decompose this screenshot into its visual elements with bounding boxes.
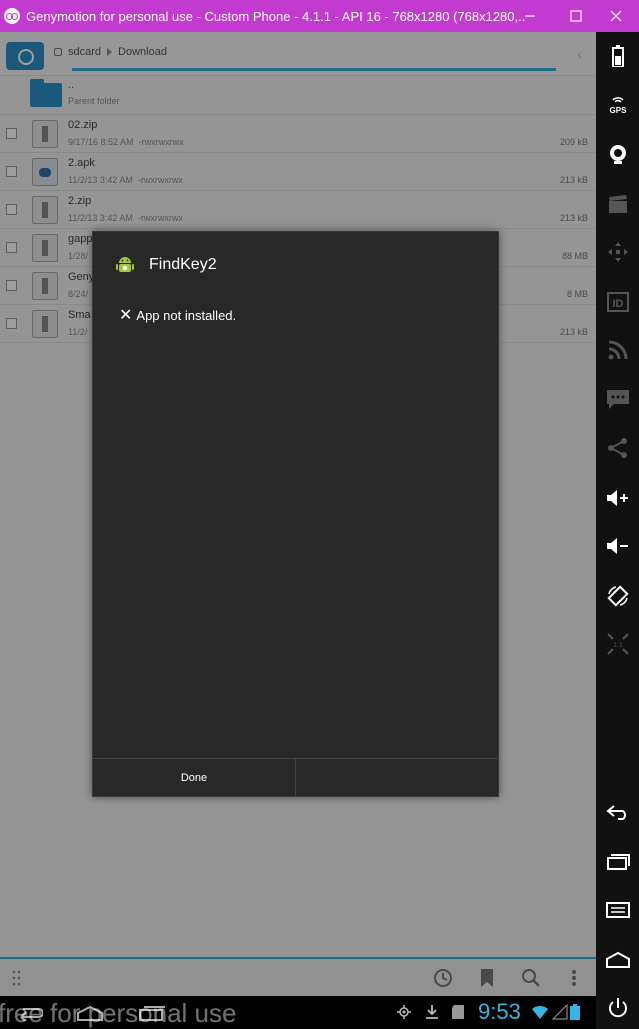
menu-button[interactable]	[606, 898, 630, 922]
svg-text:GPS: GPS	[610, 106, 628, 114]
volume-up-button[interactable]	[606, 486, 630, 510]
pixel-perfect-button[interactable]: 1:1	[606, 632, 630, 656]
dialog-button-bar: Done	[93, 758, 498, 796]
share-icon	[608, 438, 627, 458]
status-clock: 9:53	[478, 999, 521, 1024]
power-icon	[609, 998, 627, 1018]
minimize-button[interactable]	[507, 0, 553, 32]
remote-control-button[interactable]	[606, 240, 630, 264]
device-id-button[interactable]: ID	[606, 290, 630, 314]
dialog-message-text: App not installed.	[136, 307, 237, 323]
gps-widget-button[interactable]: GPS	[606, 92, 630, 116]
watermark-text: free for personal use	[0, 998, 237, 1028]
window-title-bar: Genymotion for personal use - Custom Pho…	[0, 0, 639, 32]
sms-button[interactable]	[606, 388, 630, 412]
back-button[interactable]	[606, 800, 630, 824]
open-button[interactable]	[295, 759, 498, 796]
webcam-widget-button[interactable]	[606, 142, 630, 166]
signal-icon	[552, 1004, 568, 1020]
gps-icon	[397, 1005, 411, 1019]
wifi-icon	[532, 1005, 548, 1019]
id-icon: ID	[607, 292, 629, 312]
done-button[interactable]: Done	[93, 759, 295, 796]
download-icon	[426, 1005, 438, 1019]
maximize-icon	[570, 10, 582, 22]
share-button[interactable]	[606, 436, 630, 460]
clapperboard-icon	[609, 195, 627, 213]
close-icon: ✕	[119, 307, 133, 324]
battery-icon	[612, 45, 624, 67]
network-button[interactable]	[606, 338, 630, 362]
system-nav-bar: free for personal use 9:53	[0, 996, 596, 1029]
volume-down-button[interactable]	[606, 534, 630, 558]
svg-text:ID: ID	[613, 298, 624, 310]
video-capture-button[interactable]	[606, 192, 630, 216]
move-arrows-icon	[608, 242, 628, 262]
android-app-icon	[116, 257, 134, 272]
chat-bubble-icon	[607, 390, 629, 409]
minimize-icon	[525, 15, 535, 17]
install-result-dialog: FindKey2 ✕ App not installed. Done	[92, 231, 499, 797]
close-icon	[610, 10, 622, 22]
genymotion-logo-icon	[4, 8, 20, 24]
sd-card-icon	[452, 1005, 464, 1019]
home-icon	[606, 951, 630, 968]
back-arrow-icon	[606, 805, 626, 820]
webcam-icon	[610, 145, 626, 164]
genymotion-toolbar: GPS ID 1:1	[596, 32, 639, 1029]
scale-icon: 1:1	[607, 633, 629, 655]
close-button[interactable]	[593, 0, 639, 32]
recent-apps-button[interactable]	[606, 850, 630, 874]
rss-icon	[608, 340, 628, 360]
rotate-button[interactable]	[606, 584, 630, 608]
menu-icon	[606, 902, 630, 918]
battery-widget-button[interactable]	[606, 44, 630, 68]
recents-icon	[607, 854, 630, 870]
dialog-message: ✕ App not installed.	[119, 305, 236, 325]
rotate-icon	[607, 585, 629, 607]
power-button[interactable]	[606, 996, 630, 1020]
window-title: Genymotion for personal use - Custom Pho…	[26, 8, 526, 24]
dialog-title: FindKey2	[149, 256, 217, 273]
dialog-header: FindKey2	[93, 232, 498, 296]
battery-icon	[570, 1004, 580, 1020]
volume-up-icon	[607, 490, 628, 506]
home-button[interactable]	[606, 948, 630, 972]
svg-text:1:1: 1:1	[613, 642, 623, 649]
volume-down-icon	[607, 538, 628, 554]
gps-icon: GPS	[610, 97, 628, 114]
